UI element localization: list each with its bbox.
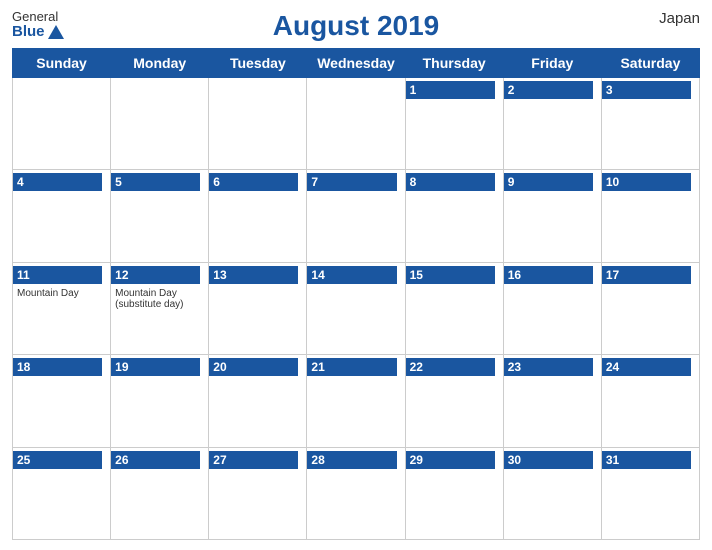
event-label: Mountain Day [17, 288, 106, 299]
col-wednesday: Wednesday [307, 49, 405, 78]
table-cell: 18 [13, 355, 111, 447]
day-number: 19 [111, 358, 200, 376]
day-number: 16 [504, 266, 593, 284]
table-cell: 14 [307, 262, 405, 354]
table-cell: 15 [405, 262, 503, 354]
table-cell: 27 [209, 447, 307, 539]
logo-triangle-icon [48, 25, 64, 39]
day-number: 1 [406, 81, 495, 99]
table-cell: 6 [209, 170, 307, 262]
table-cell: 2 [503, 78, 601, 170]
day-number: 15 [406, 266, 495, 284]
day-number: 25 [13, 451, 102, 469]
day-number: 21 [307, 358, 396, 376]
day-number: 28 [307, 451, 396, 469]
day-number: 5 [111, 173, 200, 191]
col-monday: Monday [111, 49, 209, 78]
col-saturday: Saturday [601, 49, 699, 78]
table-cell [209, 78, 307, 170]
table-cell: 3 [601, 78, 699, 170]
table-cell: 7 [307, 170, 405, 262]
table-cell: 11 Mountain Day [13, 262, 111, 354]
calendar-container: General Blue August 2019 Japan Sunday Mo… [0, 0, 712, 550]
table-cell: 30 [503, 447, 601, 539]
table-cell: 29 [405, 447, 503, 539]
day-number: 13 [209, 266, 298, 284]
day-number: 8 [406, 173, 495, 191]
event-label: Mountain Day (substitute day) [115, 288, 204, 310]
table-cell: 19 [111, 355, 209, 447]
week-row-1: 123 [13, 78, 700, 170]
col-friday: Friday [503, 49, 601, 78]
day-number: 9 [504, 173, 593, 191]
table-cell: 16 [503, 262, 601, 354]
table-cell: 25 [13, 447, 111, 539]
week-row-4: 18 19 20 21 22 23 24 [13, 355, 700, 447]
day-number: 30 [504, 451, 593, 469]
day-number: 26 [111, 451, 200, 469]
table-cell: 12 Mountain Day (substitute day) [111, 262, 209, 354]
table-cell: 13 [209, 262, 307, 354]
week-row-2: 456789 10 [13, 170, 700, 262]
col-thursday: Thursday [405, 49, 503, 78]
day-number: 3 [602, 81, 691, 99]
country-label: Japan [659, 10, 700, 27]
table-cell: 8 [405, 170, 503, 262]
day-number: 23 [504, 358, 593, 376]
table-cell: 20 [209, 355, 307, 447]
table-cell: 10 [601, 170, 699, 262]
table-cell: 9 [503, 170, 601, 262]
table-cell: 5 [111, 170, 209, 262]
col-tuesday: Tuesday [209, 49, 307, 78]
day-number: 6 [209, 173, 298, 191]
day-number: 2 [504, 81, 593, 99]
day-number: 4 [13, 173, 102, 191]
day-number: 29 [406, 451, 495, 469]
table-cell: 31 [601, 447, 699, 539]
calendar-body: 1234567891011Mountain Day12Mountain Day … [13, 78, 700, 540]
logo-blue-text: Blue [12, 24, 64, 41]
day-number: 31 [602, 451, 691, 469]
day-number: 12 [111, 266, 200, 284]
calendar-title: August 2019 [273, 10, 440, 42]
day-number: 22 [406, 358, 495, 376]
table-cell: 4 [13, 170, 111, 262]
table-cell: 17 [601, 262, 699, 354]
table-cell: 21 [307, 355, 405, 447]
day-number: 20 [209, 358, 298, 376]
day-number: 11 [13, 266, 102, 284]
day-number: 27 [209, 451, 298, 469]
col-sunday: Sunday [13, 49, 111, 78]
day-number: 10 [602, 173, 691, 191]
logo: General Blue [12, 10, 64, 41]
day-number: 7 [307, 173, 396, 191]
day-number: 14 [307, 266, 396, 284]
day-number: 24 [602, 358, 691, 376]
table-cell: 22 [405, 355, 503, 447]
week-row-5: 25 26 27 28 29 30 31 [13, 447, 700, 539]
table-cell [13, 78, 111, 170]
days-of-week-row: Sunday Monday Tuesday Wednesday Thursday… [13, 49, 700, 78]
week-row-3: 11 Mountain Day 12 Mountain Day (substitute… [13, 262, 700, 354]
table-cell: 28 [307, 447, 405, 539]
calendar-header: General Blue August 2019 Japan [12, 10, 700, 42]
logo-general-text: General [12, 10, 58, 24]
table-cell [111, 78, 209, 170]
table-cell: 1 [405, 78, 503, 170]
day-number: 18 [13, 358, 102, 376]
table-cell: 23 [503, 355, 601, 447]
table-cell [307, 78, 405, 170]
day-number: 17 [602, 266, 691, 284]
table-cell: 26 [111, 447, 209, 539]
calendar-table: Sunday Monday Tuesday Wednesday Thursday… [12, 48, 700, 540]
table-cell: 24 [601, 355, 699, 447]
